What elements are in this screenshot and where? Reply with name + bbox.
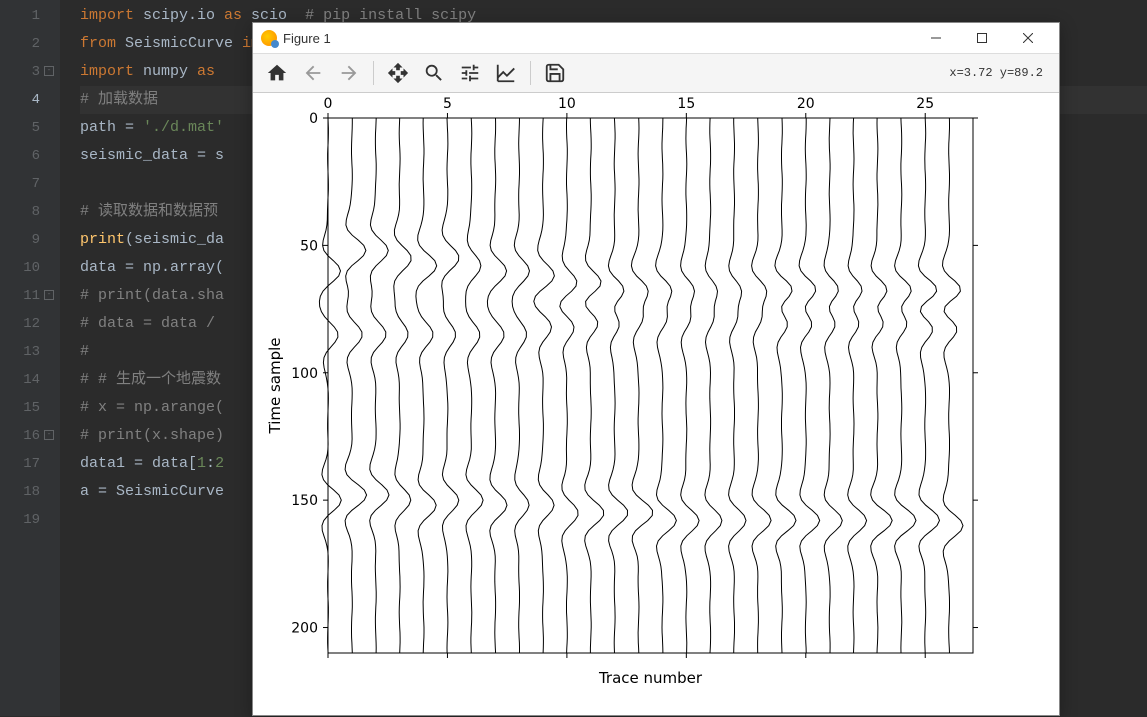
app-icon	[261, 30, 277, 46]
plot-canvas[interactable]: 0 5 10 15 20 25 0 50 100 150 200 Trace number Time s…	[253, 93, 1059, 715]
edit-axis-button[interactable]	[490, 57, 522, 89]
figure-window: Figure 1	[252, 22, 1060, 716]
maximize-button[interactable]	[959, 23, 1005, 53]
svg-text:25: 25	[916, 96, 934, 112]
configure-button[interactable]	[454, 57, 486, 89]
svg-text:15: 15	[677, 96, 695, 112]
toolbar-separator	[530, 61, 531, 85]
close-button[interactable]	[1005, 23, 1051, 53]
line-gutter: 123-4567891011-1213141516-171819	[0, 0, 60, 716]
svg-text:150: 150	[291, 493, 318, 509]
svg-text:100: 100	[291, 366, 318, 382]
home-button[interactable]	[261, 57, 293, 89]
minimize-button[interactable]	[913, 23, 959, 53]
seismic-wiggle-plot: 0 5 10 15 20 25 0 50 100 150 200 Trace number Time s…	[253, 93, 1061, 717]
svg-text:20: 20	[797, 96, 815, 112]
svg-text:0: 0	[309, 111, 318, 127]
svg-text:Trace number: Trace number	[598, 669, 703, 687]
window-title: Figure 1	[283, 31, 913, 46]
save-button[interactable]	[539, 57, 571, 89]
svg-text:5: 5	[443, 96, 452, 112]
forward-button[interactable]	[333, 57, 365, 89]
cursor-coordinates: x=3.72 y=89.2	[949, 66, 1051, 80]
back-button[interactable]	[297, 57, 329, 89]
pan-button[interactable]	[382, 57, 414, 89]
svg-text:200: 200	[291, 621, 318, 637]
zoom-button[interactable]	[418, 57, 450, 89]
plot-toolbar: x=3.72 y=89.2	[253, 53, 1059, 93]
svg-text:Time sample: Time sample	[266, 337, 284, 434]
titlebar[interactable]: Figure 1	[253, 23, 1059, 53]
toolbar-separator	[373, 61, 374, 85]
window-controls	[913, 23, 1051, 53]
svg-text:10: 10	[558, 96, 576, 112]
svg-text:0: 0	[324, 96, 333, 112]
svg-text:50: 50	[300, 238, 318, 254]
